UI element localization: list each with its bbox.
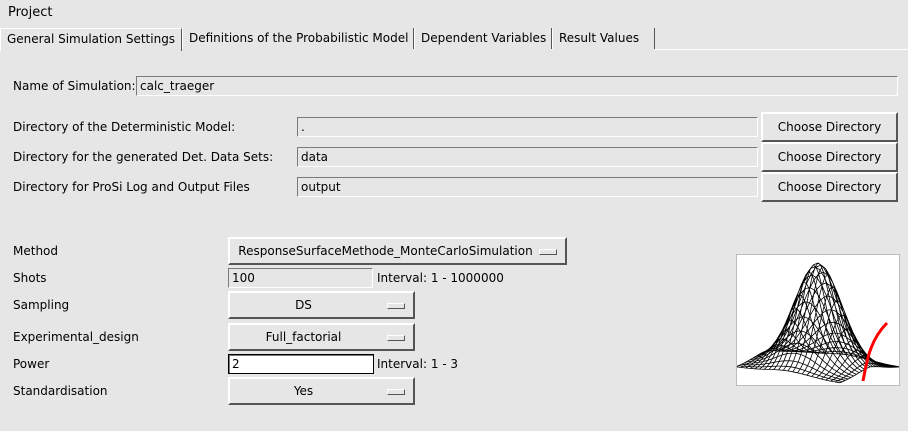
method-select[interactable]: ResponseSurfaceMethode_MonteCarloSimulat…: [228, 237, 567, 265]
power-label: Power: [13, 357, 50, 371]
tab-divider: [655, 49, 908, 50]
choose-det-data-sets-dir-button[interactable]: Choose Directory: [761, 142, 898, 172]
standardisation-select[interactable]: Yes: [228, 377, 415, 405]
deterministic-model-dir-input[interactable]: [297, 117, 758, 137]
response-surface-plot: [735, 254, 901, 386]
menu-project[interactable]: Project: [8, 5, 52, 20]
sampling-label: Sampling: [13, 298, 70, 312]
log-output-dir-input[interactable]: [297, 177, 758, 197]
choose-log-output-dir-button[interactable]: Choose Directory: [761, 172, 898, 202]
shots-interval: Interval: 1 - 1000000: [377, 271, 504, 285]
tab-result-values[interactable]: Result Values: [552, 28, 655, 49]
method-label: Method: [13, 244, 59, 258]
highlight-curve: [861, 321, 889, 382]
option-menu-indicator-icon: [387, 335, 405, 341]
sampling-select[interactable]: DS: [228, 291, 415, 319]
power-input[interactable]: [228, 354, 374, 374]
power-interval: Interval: 1 - 3: [377, 357, 459, 371]
tab-probabilistic-model[interactable]: Definitions of the Probabilistic Model: [182, 28, 414, 49]
surface-wireframe: [735, 262, 901, 384]
option-menu-indicator-icon: [387, 389, 405, 395]
option-menu-indicator-icon: [539, 249, 557, 255]
response-surface-mesh: [735, 262, 901, 384]
option-menu-indicator-icon: [387, 303, 405, 309]
method-value: ResponseSurfaceMethode_MonteCarloSimulat…: [238, 244, 533, 258]
menubar: Project: [0, 0, 908, 26]
experimental-design-select[interactable]: Full_factorial: [228, 323, 415, 351]
experimental-design-label: Experimental_design: [13, 330, 139, 344]
simulation-name-input[interactable]: [136, 76, 898, 96]
shots-input[interactable]: [228, 268, 373, 288]
tab-dependent-variables[interactable]: Dependent Variables: [414, 28, 552, 49]
tab-bar: General Simulation Settings Definitions …: [0, 28, 908, 51]
det-data-sets-dir-input[interactable]: [297, 147, 758, 167]
deterministic-model-dir-label: Directory of the Deterministic Model:: [13, 120, 236, 134]
standardisation-value: Yes: [293, 384, 314, 398]
tab-general-simulation-settings[interactable]: General Simulation Settings: [0, 28, 182, 51]
shots-label: Shots: [13, 271, 47, 285]
simulation-name-label: Name of Simulation:: [13, 79, 136, 93]
choose-deterministic-model-dir-button[interactable]: Choose Directory: [761, 112, 898, 142]
log-output-dir-label: Directory for ProSi Log and Output Files: [13, 180, 250, 194]
det-data-sets-dir-label: Directory for the generated Det. Data Se…: [13, 150, 274, 164]
sampling-value: DS: [295, 298, 312, 312]
experimental-design-value: Full_factorial: [265, 330, 342, 344]
standardisation-label: Standardisation: [13, 384, 108, 398]
